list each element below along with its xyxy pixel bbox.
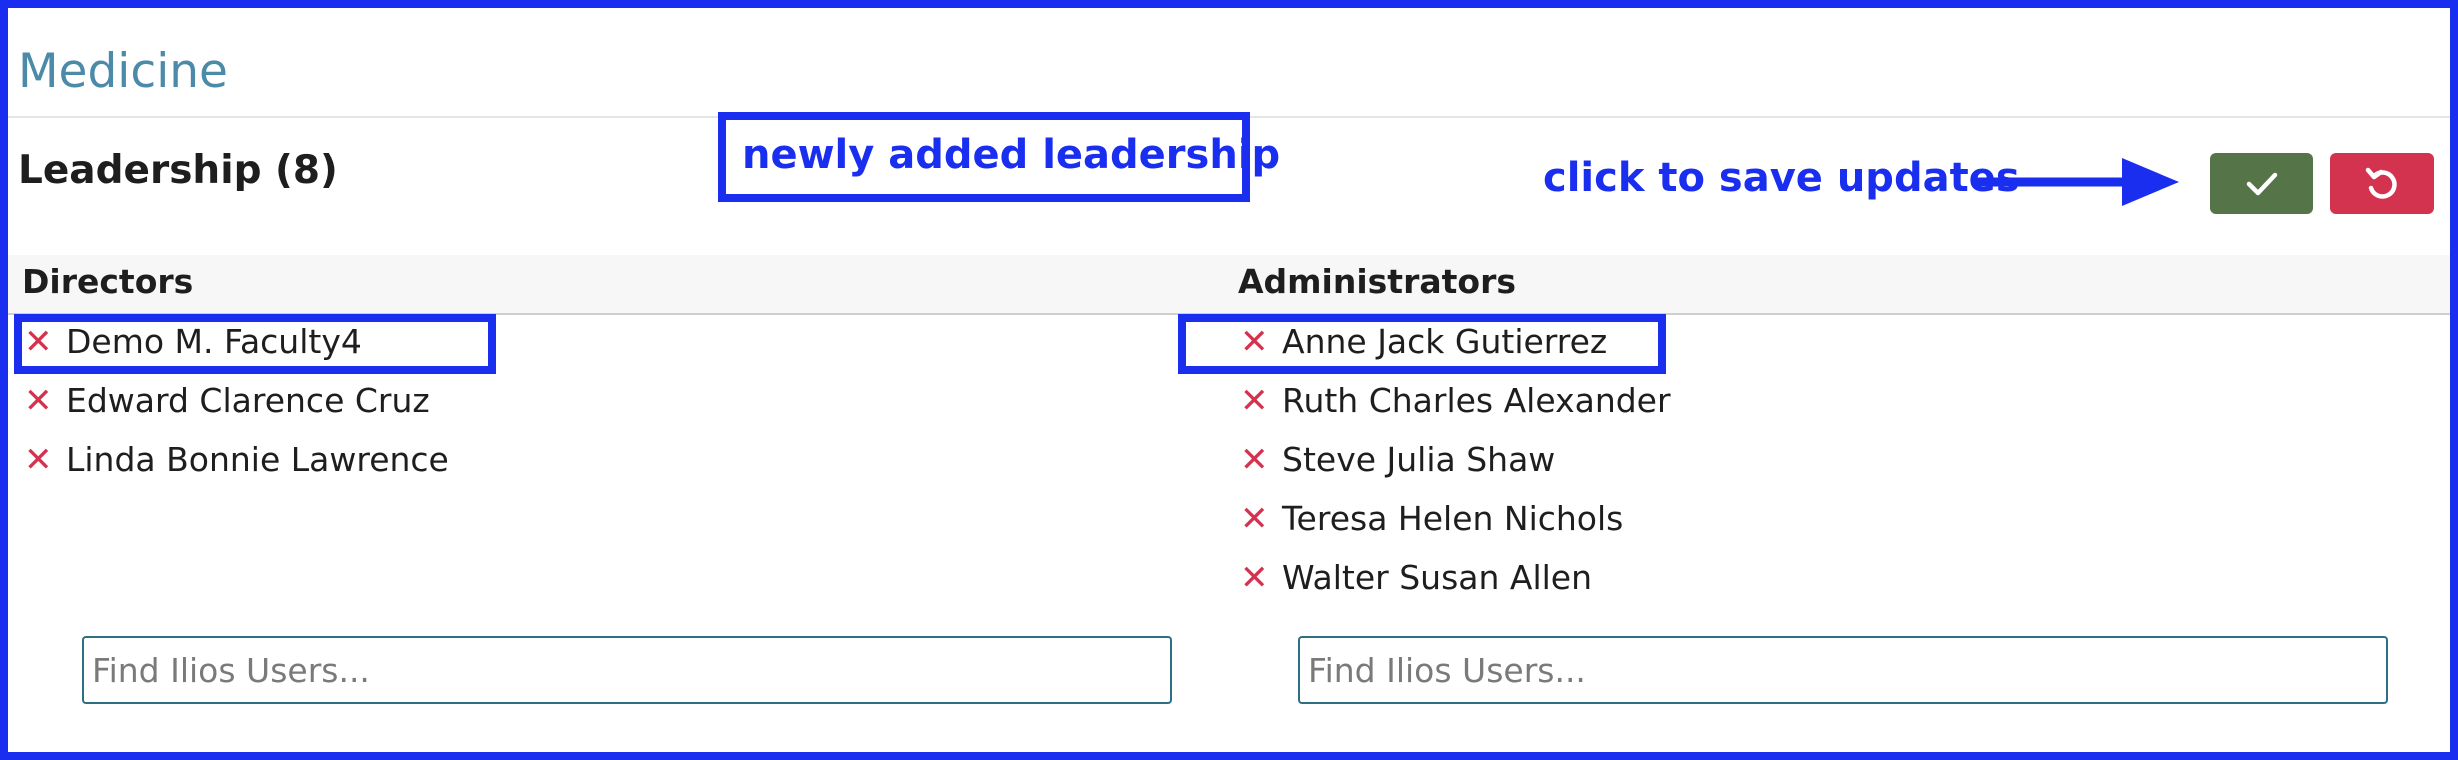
administrator-item: ✕ Teresa Helen Nichols bbox=[1240, 489, 1671, 548]
director-name: Edward Clarence Cruz bbox=[66, 381, 430, 420]
save-button[interactable] bbox=[2210, 153, 2313, 214]
director-item: ✕ Edward Clarence Cruz bbox=[24, 371, 449, 430]
school-title: Medicine bbox=[18, 44, 228, 99]
remove-icon[interactable]: ✕ bbox=[1240, 384, 1282, 418]
leadership-table-header bbox=[8, 255, 2450, 315]
administrator-name: Ruth Charles Alexander bbox=[1282, 381, 1671, 420]
administrator-name: Walter Susan Allen bbox=[1282, 558, 1593, 597]
remove-icon[interactable]: ✕ bbox=[1240, 502, 1282, 536]
annotation-save-hint-label: click to save updates bbox=[1543, 155, 2020, 201]
administrators-search-input[interactable] bbox=[1298, 636, 2388, 704]
remove-icon[interactable]: ✕ bbox=[24, 384, 66, 418]
administrator-item: ✕ Walter Susan Allen bbox=[1240, 548, 1671, 607]
leadership-title: Leadership (8) bbox=[18, 148, 338, 193]
annotation-new-administrator-box bbox=[1178, 314, 1666, 374]
annotation-newly-added-label: newly added leadership bbox=[742, 132, 1281, 178]
remove-icon[interactable]: ✕ bbox=[1240, 443, 1282, 477]
cancel-button[interactable] bbox=[2330, 153, 2434, 214]
directors-header: Directors bbox=[22, 262, 194, 301]
director-name: Linda Bonnie Lawrence bbox=[66, 440, 449, 479]
check-icon bbox=[2246, 172, 2277, 195]
undo-icon bbox=[2365, 167, 2397, 199]
remove-icon[interactable]: ✕ bbox=[1240, 561, 1282, 595]
annotation-new-director-box bbox=[14, 314, 496, 374]
administrator-item: ✕ Ruth Charles Alexander bbox=[1240, 371, 1671, 430]
administrators-header: Administrators bbox=[1238, 262, 1516, 301]
remove-icon[interactable]: ✕ bbox=[24, 443, 66, 477]
annotation-arrow-icon bbox=[1976, 158, 2179, 206]
director-item: ✕ Linda Bonnie Lawrence bbox=[24, 430, 449, 489]
directors-search-input[interactable] bbox=[82, 636, 1172, 704]
administrator-item: ✕ Steve Julia Shaw bbox=[1240, 430, 1671, 489]
administrator-name: Teresa Helen Nichols bbox=[1282, 499, 1624, 538]
administrator-name: Steve Julia Shaw bbox=[1282, 440, 1556, 479]
